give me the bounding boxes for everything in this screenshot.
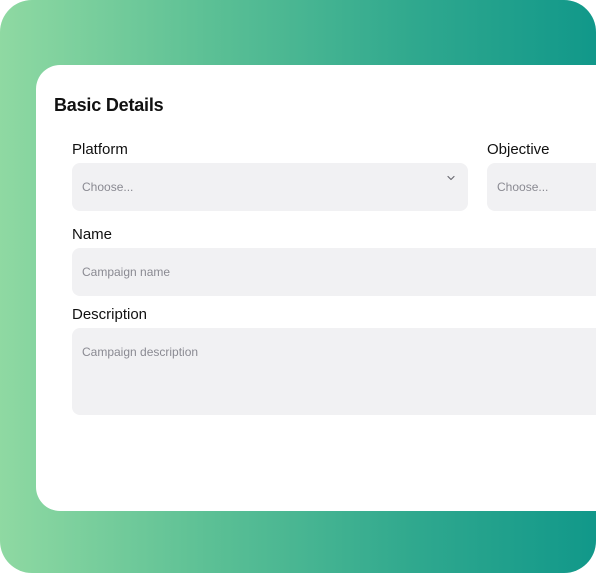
objective-label: Objective xyxy=(487,141,550,158)
platform-label: Platform xyxy=(72,141,128,158)
chevron-down-icon[interactable] xyxy=(446,172,456,182)
campaign-description-textarea[interactable]: Campaign description xyxy=(72,328,596,415)
form-card: Basic Details Platform Choose... Objecti… xyxy=(36,65,596,511)
name-label: Name xyxy=(72,226,113,243)
gradient-frame: Basic Details Platform Choose... Objecti… xyxy=(0,0,596,573)
platform-placeholder: Choose... xyxy=(82,180,134,194)
objective-placeholder: Choose... xyxy=(497,180,549,194)
description-label: Description xyxy=(72,306,148,323)
section-title: Basic Details xyxy=(54,95,164,115)
campaign-name-input[interactable]: Campaign name xyxy=(72,248,596,296)
objective-select[interactable]: Choose... xyxy=(487,163,596,211)
campaign-description-placeholder: Campaign description xyxy=(82,345,199,359)
platform-select[interactable]: Choose... xyxy=(72,163,468,211)
campaign-name-placeholder: Campaign name xyxy=(82,265,171,279)
